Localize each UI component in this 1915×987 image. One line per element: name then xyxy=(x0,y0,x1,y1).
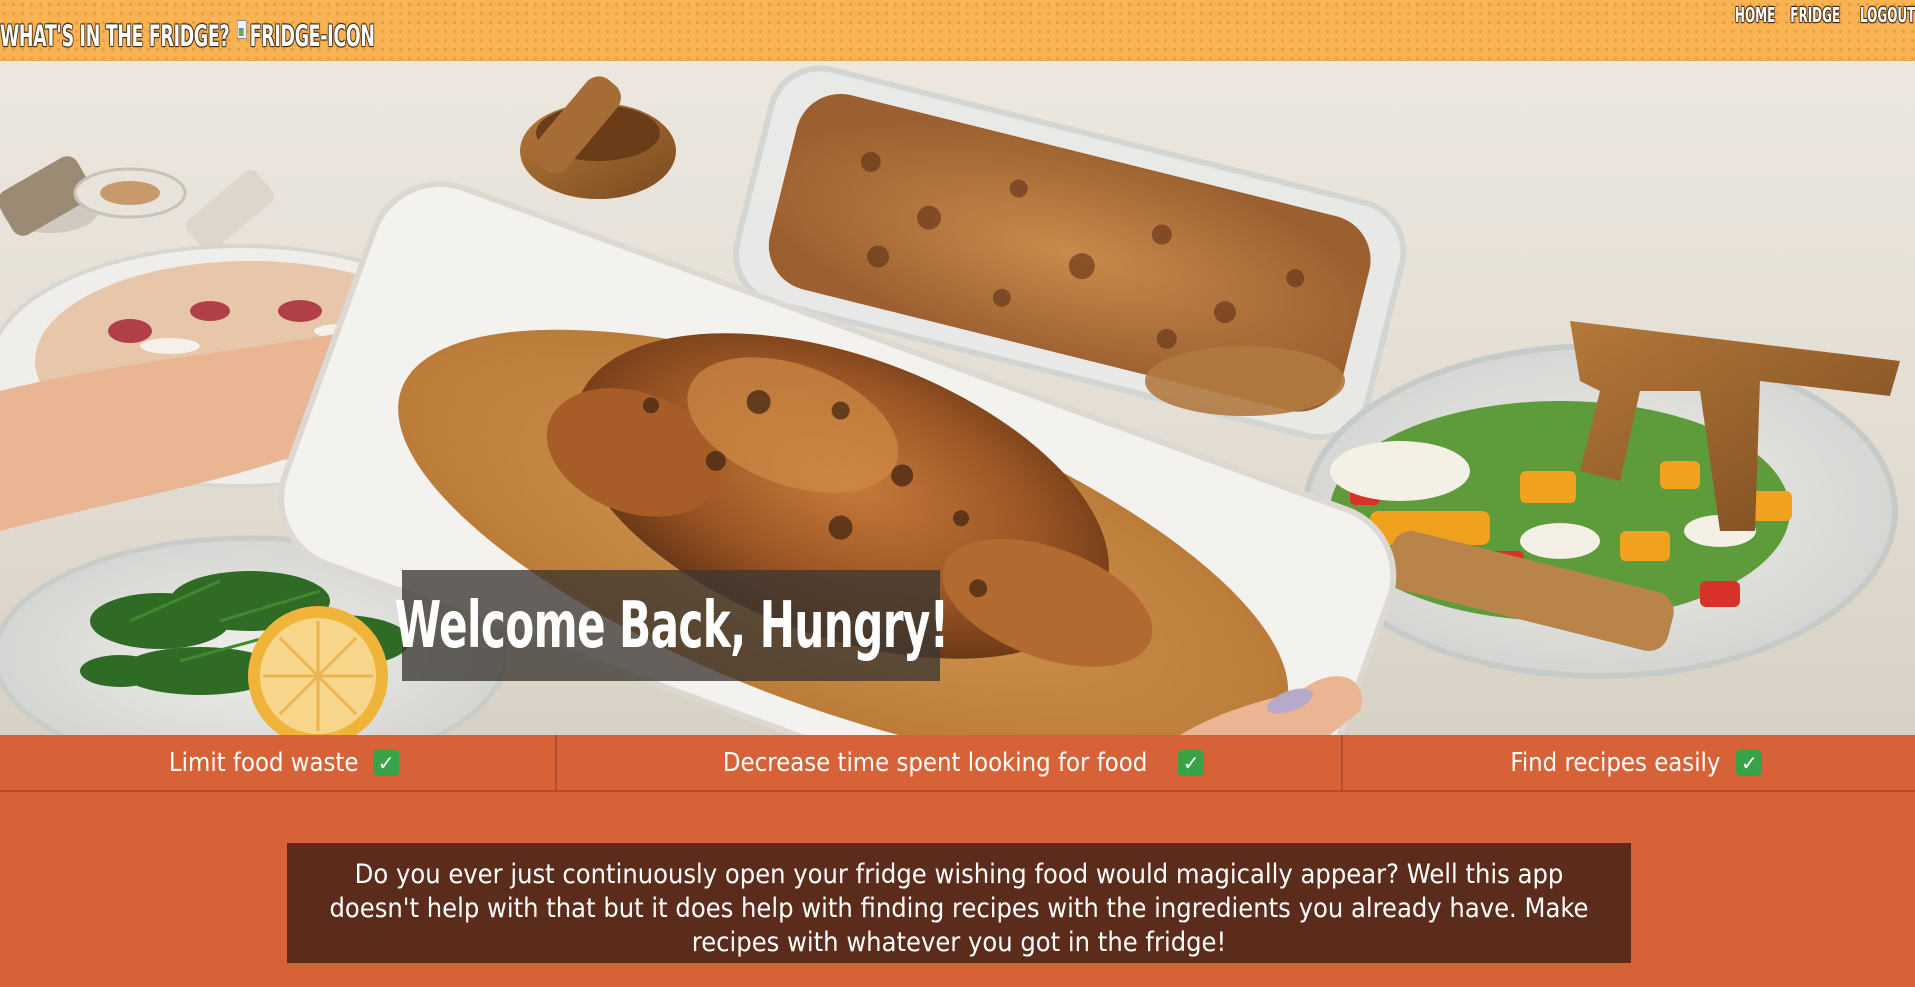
fridge-logo: FRIDGE-ICON xyxy=(236,19,375,53)
broken-image-icon xyxy=(236,20,247,40)
brand: WHAT'S IN THE FRIDGE? FRIDGE-ICON xyxy=(0,19,375,61)
welcome-banner: Welcome Back, Hungry! xyxy=(394,570,949,681)
welcome-heading: Welcome Back, Hungry! xyxy=(394,588,948,663)
check-mark-icon: ✓ xyxy=(373,749,400,776)
nav-home-link[interactable]: HOME xyxy=(1735,3,1775,27)
about-section: Do you ever just continuously open your … xyxy=(287,843,1631,963)
check-mark-icon: ✓ xyxy=(1178,749,1205,776)
about-text: Do you ever just continuously open your … xyxy=(329,859,1589,958)
nav-logout-link[interactable]: LOGOUT xyxy=(1860,3,1915,27)
feature-item: Find recipes easily ✓ xyxy=(1343,735,1915,790)
hero-food-image xyxy=(0,65,1900,735)
feature-label: Find recipes easily xyxy=(1509,747,1721,778)
feature-item: Limit food waste ✓ xyxy=(0,735,557,790)
fridge-logo-alt-text: FRIDGE-ICON xyxy=(249,19,375,53)
nav-fridge-link[interactable]: FRIDGE xyxy=(1791,3,1841,27)
feature-strip: Limit food waste ✓ Decrease time spent l… xyxy=(0,735,1915,792)
hero-banner: Welcome Back, Hungry! xyxy=(0,61,1915,735)
main-nav: HOME FRIDGE LOGOUT xyxy=(1726,3,1915,27)
site-title: WHAT'S IN THE FRIDGE? xyxy=(0,19,230,53)
check-mark-icon: ✓ xyxy=(1736,749,1763,776)
feature-label: Limit food waste xyxy=(168,747,359,778)
feature-label: Decrease time spent looking for food xyxy=(722,747,1148,778)
feature-item: Decrease time spent looking for food ✓ xyxy=(557,735,1343,790)
site-header: WHAT'S IN THE FRIDGE? FRIDGE-ICON HOME F… xyxy=(0,0,1915,61)
